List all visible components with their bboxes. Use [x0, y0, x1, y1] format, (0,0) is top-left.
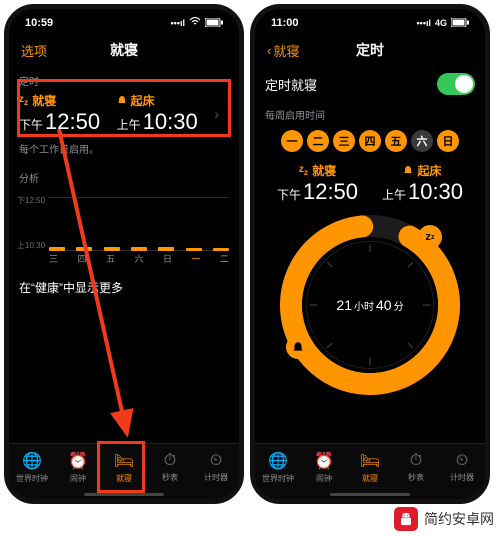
bedtime-icon: 🛏 — [360, 451, 380, 471]
bed-time: 12:50 — [45, 109, 100, 135]
stopwatch-icon: ⏱ — [164, 452, 176, 470]
timer-icon: ⏲ — [456, 452, 468, 470]
watermark: 简约安卓网 — [394, 507, 494, 531]
tab-bedtime[interactable]: 🛏 就寝 — [101, 444, 147, 491]
wake-label: 起床 — [131, 92, 155, 109]
enabled-note: 每个工作日启用。 — [19, 141, 229, 156]
chevron-right-icon: › — [214, 106, 219, 122]
globe-icon: 🌐 — [268, 451, 288, 471]
alarm-icon: ⏰ — [314, 451, 334, 471]
day-sat[interactable]: 六 — [411, 130, 433, 152]
watermark-text: 简约安卓网 — [424, 509, 494, 529]
bed-ampm: 下午 — [277, 186, 301, 203]
alarm-icon: ⏰ — [68, 451, 88, 471]
nav-options-button[interactable]: 选项 — [21, 41, 47, 60]
chart-y-top: 下12:50 — [17, 195, 45, 206]
weekday-picker: 一 二 三 四 五 六 日 — [265, 130, 475, 152]
bed-knob[interactable] — [286, 335, 310, 359]
schedule-label: 定时就寝 — [265, 75, 317, 94]
bed-time: 12:50 — [303, 179, 358, 205]
network-label: 4G — [435, 18, 447, 28]
tab-alarm[interactable]: ⏰ 闹钟 — [301, 444, 347, 491]
tab-bar: 🌐 世界时钟 ⏰ 闹钟 🛏 就寝 ⏱ 秒表 ⏲ 计时器 — [255, 443, 485, 499]
nav-title: 就寝 — [110, 40, 138, 60]
sleep-dial[interactable]: 21小时 40分 zz — [280, 215, 460, 395]
tab-stopwatch[interactable]: ⏱ 秒表 — [147, 444, 193, 491]
section-timer-label: 定时 — [19, 73, 229, 88]
wake-time: 10:30 — [143, 109, 198, 135]
dial-ticks — [306, 241, 434, 369]
tab-timer[interactable]: ⏲ 计时器 — [193, 444, 239, 491]
battery-icon — [205, 18, 223, 29]
day-tue[interactable]: 二 — [307, 130, 329, 152]
home-indicator[interactable] — [84, 493, 164, 496]
signal-icon: •••ıl — [417, 18, 431, 28]
bed-icon: zz — [299, 164, 308, 177]
sleep-chart: 下12:50 上10:30 三 四 五 六 日 一 二 — [19, 195, 229, 265]
day-thu[interactable]: 四 — [359, 130, 381, 152]
chevron-left-icon: ‹ — [267, 43, 271, 58]
nav-bar: 选项 就寝 — [9, 35, 239, 65]
chart-y-bot: 上10:30 — [17, 240, 45, 251]
bell-icon — [403, 164, 413, 178]
day-mon[interactable]: 一 — [281, 130, 303, 152]
section-analysis-label: 分析 — [19, 170, 229, 185]
schedule-toggle-row[interactable]: 定时就寝 — [265, 67, 475, 101]
bed-label: 就寝 — [312, 162, 336, 179]
tab-alarm[interactable]: ⏰ 闹钟 — [55, 444, 101, 491]
wifi-icon — [189, 17, 201, 29]
signal-icon: •••ıl — [171, 18, 185, 28]
tab-world-clock[interactable]: 🌐 世界时钟 — [9, 444, 55, 491]
wake-time: 10:30 — [408, 179, 463, 205]
tab-timer[interactable]: ⏲ 计时器 — [439, 444, 485, 491]
phone-left: 10:59 •••ıl 选项 就寝 定时 zz 就寝 — [4, 4, 244, 504]
bell-icon — [117, 94, 127, 108]
timer-icon: ⏲ — [210, 452, 222, 470]
schedule-switch[interactable] — [437, 73, 475, 95]
health-more-link[interactable]: 在“健康”中显示更多 — [19, 279, 229, 296]
wake-ampm: 上午 — [117, 116, 141, 133]
times-display: zz 就寝 下午 12:50 起床 — [265, 162, 475, 205]
bedtime-icon: 🛏 — [114, 451, 134, 471]
nav-bar: ‹ 就寝 定时 — [255, 35, 485, 65]
notch — [320, 9, 420, 27]
chart-x-labels: 三 四 五 六 日 一 二 — [49, 252, 229, 265]
bed-ampm: 下午 — [19, 116, 43, 133]
day-fri[interactable]: 五 — [385, 130, 407, 152]
home-indicator[interactable] — [330, 493, 410, 496]
day-sun[interactable]: 日 — [437, 130, 459, 152]
nav-title: 定时 — [356, 40, 384, 60]
android-icon — [394, 507, 418, 531]
notch — [74, 9, 174, 27]
stopwatch-icon: ⏱ — [410, 452, 422, 470]
bed-label: 就寝 — [32, 92, 56, 109]
globe-icon: 🌐 — [22, 451, 42, 471]
nav-back-button[interactable]: ‹ 就寝 — [267, 41, 299, 60]
phone-right: 11:00 •••ıl 4G ‹ 就寝 定时 定时就寝 每周启用时间 — [250, 4, 490, 504]
bed-icon: zz — [19, 94, 28, 107]
section-weekdays-label: 每周启用时间 — [265, 107, 475, 122]
tab-bar: 🌐 世界时钟 ⏰ 闹钟 🛏 就寝 ⏱ 秒表 ⏲ 计时器 — [9, 443, 239, 499]
wake-knob[interactable]: zz — [418, 225, 442, 249]
tab-bedtime[interactable]: 🛏 就寝 — [347, 444, 393, 491]
tab-stopwatch[interactable]: ⏱ 秒表 — [393, 444, 439, 491]
wake-ampm: 上午 — [382, 186, 406, 203]
wake-label: 起床 — [417, 162, 441, 179]
battery-icon — [451, 18, 469, 29]
status-time: 11:00 — [271, 17, 299, 29]
tab-world-clock[interactable]: 🌐 世界时钟 — [255, 444, 301, 491]
bedtime-row[interactable]: zz 就寝 下午 12:50 起床 — [19, 92, 229, 135]
status-time: 10:59 — [25, 17, 53, 29]
day-wed[interactable]: 三 — [333, 130, 355, 152]
